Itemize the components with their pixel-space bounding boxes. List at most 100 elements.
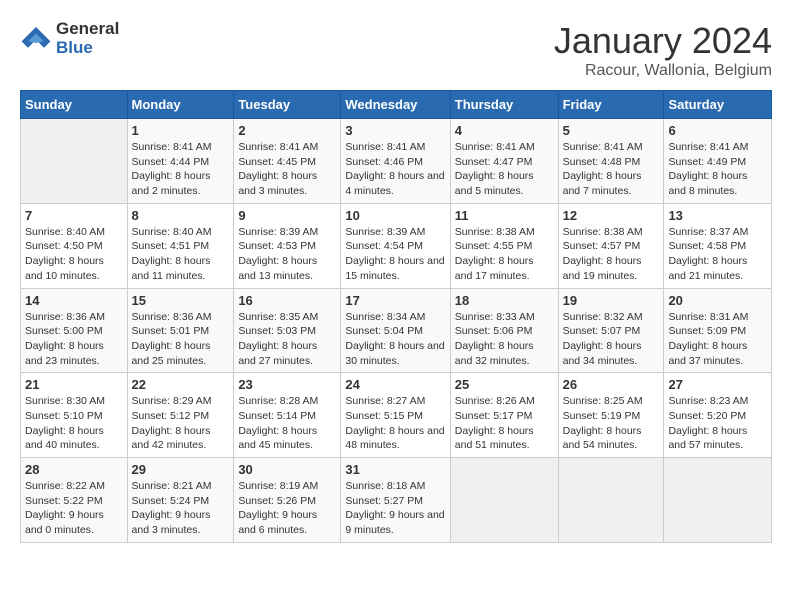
- header-sunday: Sunday: [21, 91, 128, 119]
- day-info: Sunrise: 8:41 AMSunset: 4:48 PMDaylight:…: [563, 140, 660, 199]
- day-number: 21: [25, 377, 123, 392]
- day-number: 24: [345, 377, 445, 392]
- day-info: Sunrise: 8:28 AMSunset: 5:14 PMDaylight:…: [238, 394, 336, 453]
- header-friday: Friday: [558, 91, 664, 119]
- day-info: Sunrise: 8:36 AMSunset: 5:00 PMDaylight:…: [25, 310, 123, 369]
- day-info: Sunrise: 8:38 AMSunset: 4:57 PMDaylight:…: [563, 225, 660, 284]
- day-info: Sunrise: 8:40 AMSunset: 4:51 PMDaylight:…: [132, 225, 230, 284]
- day-info: Sunrise: 8:29 AMSunset: 5:12 PMDaylight:…: [132, 394, 230, 453]
- day-number: 8: [132, 208, 230, 223]
- calendar-cell: 4 Sunrise: 8:41 AMSunset: 4:47 PMDaylight…: [450, 119, 558, 204]
- calendar-cell: 23 Sunrise: 8:28 AMSunset: 5:14 PMDayligh…: [234, 373, 341, 458]
- calendar-cell: 9 Sunrise: 8:39 AMSunset: 4:53 PMDaylight…: [234, 203, 341, 288]
- day-number: 2: [238, 123, 336, 138]
- day-number: 28: [25, 462, 123, 477]
- calendar-cell: 21 Sunrise: 8:30 AMSunset: 5:10 PMDayligh…: [21, 373, 128, 458]
- header-tuesday: Tuesday: [234, 91, 341, 119]
- header-saturday: Saturday: [664, 91, 772, 119]
- day-number: 13: [668, 208, 767, 223]
- day-info: Sunrise: 8:36 AMSunset: 5:01 PMDaylight:…: [132, 310, 230, 369]
- day-info: Sunrise: 8:41 AMSunset: 4:49 PMDaylight:…: [668, 140, 767, 199]
- day-number: 14: [25, 293, 123, 308]
- day-number: 4: [455, 123, 554, 138]
- day-number: 3: [345, 123, 445, 138]
- day-number: 12: [563, 208, 660, 223]
- calendar-header-row: SundayMondayTuesdayWednesdayThursdayFrid…: [21, 91, 772, 119]
- calendar-cell: 19Sunrise: 8:32 AMSunset: 5:07 PMDayligh…: [558, 288, 664, 373]
- calendar-cell: 5Sunrise: 8:41 AMSunset: 4:48 PMDaylight…: [558, 119, 664, 204]
- day-info: Sunrise: 8:26 AMSunset: 5:17 PMDaylight:…: [455, 394, 554, 453]
- day-number: 23: [238, 377, 336, 392]
- calendar-cell: 24Sunrise: 8:27 AMSunset: 5:15 PMDayligh…: [341, 373, 450, 458]
- calendar-cell: 27Sunrise: 8:23 AMSunset: 5:20 PMDayligh…: [664, 373, 772, 458]
- day-info: Sunrise: 8:37 AMSunset: 4:58 PMDaylight:…: [668, 225, 767, 284]
- calendar-week-3: 14 Sunrise: 8:36 AMSunset: 5:00 PMDayligh…: [21, 288, 772, 373]
- calendar-cell: 11 Sunrise: 8:38 AMSunset: 4:55 PMDayligh…: [450, 203, 558, 288]
- day-number: 11: [455, 208, 554, 223]
- day-info: Sunrise: 8:23 AMSunset: 5:20 PMDaylight:…: [668, 394, 767, 453]
- calendar-cell: 25 Sunrise: 8:26 AMSunset: 5:17 PMDayligh…: [450, 373, 558, 458]
- day-number: 15: [132, 293, 230, 308]
- day-number: 1: [132, 123, 230, 138]
- day-info: Sunrise: 8:41 AMSunset: 4:45 PMDaylight:…: [238, 140, 336, 199]
- day-number: 30: [238, 462, 336, 477]
- logo-general: General: [56, 19, 119, 38]
- calendar-cell: 17 Sunrise: 8:34 AMSunset: 5:04 PMDayligh…: [341, 288, 450, 373]
- day-number: 17: [345, 293, 445, 308]
- day-info: Sunrise: 8:34 AMSunset: 5:04 PMDaylight:…: [345, 310, 445, 369]
- calendar-cell: 1 Sunrise: 8:41 AMSunset: 4:44 PMDaylight…: [127, 119, 234, 204]
- calendar-cell: [450, 458, 558, 543]
- calendar-cell: 10 Sunrise: 8:39 AMSunset: 4:54 PMDayligh…: [341, 203, 450, 288]
- day-info: Sunrise: 8:30 AMSunset: 5:10 PMDaylight:…: [25, 394, 123, 453]
- day-number: 20: [668, 293, 767, 308]
- location-subtitle: Racour, Wallonia, Belgium: [554, 62, 772, 80]
- header-thursday: Thursday: [450, 91, 558, 119]
- day-info: Sunrise: 8:39 AMSunset: 4:53 PMDaylight:…: [238, 225, 336, 284]
- day-number: 10: [345, 208, 445, 223]
- calendar-cell: 14 Sunrise: 8:36 AMSunset: 5:00 PMDayligh…: [21, 288, 128, 373]
- calendar-cell: 3 Sunrise: 8:41 AMSunset: 4:46 PMDaylight…: [341, 119, 450, 204]
- calendar-cell: 31 Sunrise: 8:18 AMSunset: 5:27 PMDayligh…: [341, 458, 450, 543]
- day-info: Sunrise: 8:41 AMSunset: 4:46 PMDaylight:…: [345, 140, 445, 199]
- day-number: 7: [25, 208, 123, 223]
- day-number: 6: [668, 123, 767, 138]
- calendar-cell: 16Sunrise: 8:35 AMSunset: 5:03 PMDayligh…: [234, 288, 341, 373]
- day-number: 9: [238, 208, 336, 223]
- day-info: Sunrise: 8:31 AMSunset: 5:09 PMDaylight:…: [668, 310, 767, 369]
- day-info: Sunrise: 8:33 AMSunset: 5:06 PMDaylight:…: [455, 310, 554, 369]
- day-info: Sunrise: 8:32 AMSunset: 5:07 PMDaylight:…: [563, 310, 660, 369]
- header-wednesday: Wednesday: [341, 91, 450, 119]
- calendar-cell: 13 Sunrise: 8:37 AMSunset: 4:58 PMDayligh…: [664, 203, 772, 288]
- day-number: 31: [345, 462, 445, 477]
- day-number: 29: [132, 462, 230, 477]
- day-info: Sunrise: 8:39 AMSunset: 4:54 PMDaylight:…: [345, 225, 445, 284]
- logo-icon: [20, 25, 52, 53]
- calendar-cell: 12 Sunrise: 8:38 AMSunset: 4:57 PMDayligh…: [558, 203, 664, 288]
- calendar-cell: 15 Sunrise: 8:36 AMSunset: 5:01 PMDayligh…: [127, 288, 234, 373]
- calendar-cell: 6 Sunrise: 8:41 AMSunset: 4:49 PMDaylight…: [664, 119, 772, 204]
- logo: General Blue: [20, 20, 119, 57]
- day-info: Sunrise: 8:19 AMSunset: 5:26 PMDaylight:…: [238, 479, 336, 538]
- calendar-cell: [558, 458, 664, 543]
- day-number: 25: [455, 377, 554, 392]
- day-info: Sunrise: 8:40 AMSunset: 4:50 PMDaylight:…: [25, 225, 123, 284]
- calendar-cell: 8 Sunrise: 8:40 AMSunset: 4:51 PMDaylight…: [127, 203, 234, 288]
- day-info: Sunrise: 8:18 AMSunset: 5:27 PMDaylight:…: [345, 479, 445, 538]
- calendar-cell: 7 Sunrise: 8:40 AMSunset: 4:50 PMDaylight…: [21, 203, 128, 288]
- calendar-cell: 26Sunrise: 8:25 AMSunset: 5:19 PMDayligh…: [558, 373, 664, 458]
- header-monday: Monday: [127, 91, 234, 119]
- day-number: 26: [563, 377, 660, 392]
- day-number: 18: [455, 293, 554, 308]
- calendar-cell: 20 Sunrise: 8:31 AMSunset: 5:09 PMDayligh…: [664, 288, 772, 373]
- calendar-week-2: 7 Sunrise: 8:40 AMSunset: 4:50 PMDaylight…: [21, 203, 772, 288]
- day-number: 16: [238, 293, 336, 308]
- calendar-cell: 22Sunrise: 8:29 AMSunset: 5:12 PMDayligh…: [127, 373, 234, 458]
- day-info: Sunrise: 8:41 AMSunset: 4:47 PMDaylight:…: [455, 140, 554, 199]
- day-info: Sunrise: 8:41 AMSunset: 4:44 PMDaylight:…: [132, 140, 230, 199]
- calendar-cell: 28 Sunrise: 8:22 AMSunset: 5:22 PMDayligh…: [21, 458, 128, 543]
- calendar-cell: 30 Sunrise: 8:19 AMSunset: 5:26 PMDayligh…: [234, 458, 341, 543]
- logo-blue: Blue: [56, 38, 93, 57]
- day-info: Sunrise: 8:21 AMSunset: 5:24 PMDaylight:…: [132, 479, 230, 538]
- day-info: Sunrise: 8:22 AMSunset: 5:22 PMDaylight:…: [25, 479, 123, 538]
- day-info: Sunrise: 8:38 AMSunset: 4:55 PMDaylight:…: [455, 225, 554, 284]
